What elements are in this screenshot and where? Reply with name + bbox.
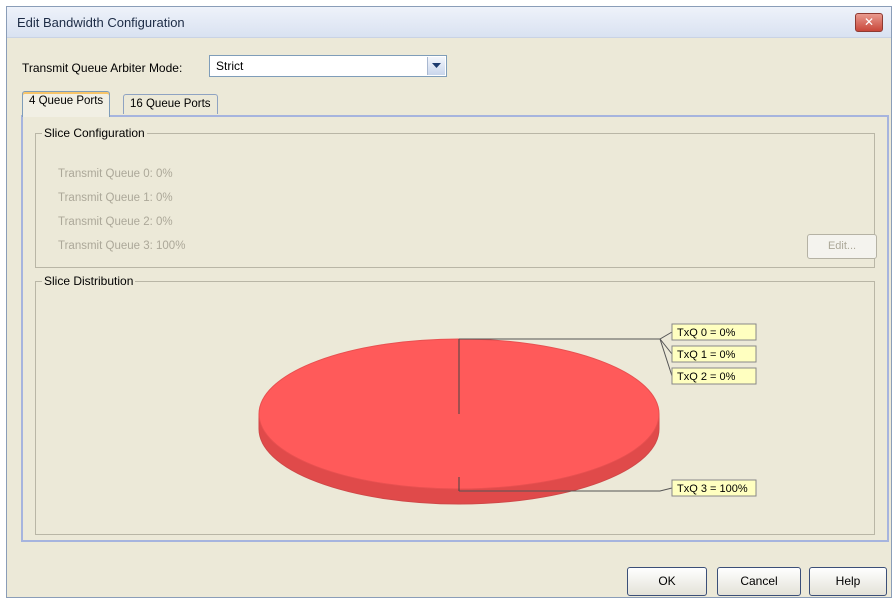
pie-label-2: TxQ 2 = 0% — [677, 371, 736, 383]
queue-2-value: Transmit Queue 2: 0% — [58, 216, 173, 228]
slice-configuration-group: Slice Configuration Transmit Queue 0: 0%… — [35, 126, 877, 268]
dropdown-button[interactable] — [427, 57, 445, 75]
chevron-down-icon — [432, 63, 441, 68]
cancel-button[interactable]: Cancel — [717, 567, 801, 596]
pie-chart: TxQ 0 = 0% TxQ 1 = 0% TxQ 2 = 0% TxQ 3 = 10… — [258, 323, 757, 505]
edit-button[interactable]: Edit... — [807, 234, 877, 259]
pie-label-0: TxQ 0 = 0% — [677, 327, 736, 339]
pie-leader-line-0 — [459, 331, 673, 340]
queue-3-value: Transmit Queue 3: 100% — [58, 240, 186, 252]
tab-4-queue-ports[interactable]: 4 Queue Ports — [22, 91, 111, 117]
arbiter-mode-label: Transmit Queue Arbiter Mode: — [22, 61, 183, 75]
ok-button[interactable]: OK — [627, 567, 707, 596]
slice-configuration-title: Slice Configuration — [42, 126, 147, 140]
pie-label-3: TxQ 3 = 100% — [677, 483, 748, 495]
tab-panel: Slice Configuration Transmit Queue 0: 0%… — [21, 115, 889, 542]
help-button[interactable]: Help — [809, 567, 887, 596]
queue-1-value: Transmit Queue 1: 0% — [58, 192, 173, 204]
tab-16-queue-ports[interactable]: 16 Queue Ports — [123, 94, 218, 114]
slice-distribution-group: Slice Distribution TxQ 0 = 0% TxQ 1 = 0% T… — [35, 274, 875, 535]
dialog-title: Edit Bandwidth Configuration — [17, 15, 185, 30]
arbiter-mode-value: Strict — [216, 59, 244, 73]
close-button[interactable]: ✕ — [855, 13, 883, 32]
edit-bandwidth-dialog: Edit Bandwidth Configuration ✕ Transmit … — [6, 6, 892, 598]
pie-label-1: TxQ 1 = 0% — [677, 349, 736, 361]
queue-0-value: Transmit Queue 0: 0% — [58, 168, 173, 180]
arbiter-mode-select[interactable]: Strict — [209, 55, 447, 77]
title-bar[interactable]: Edit Bandwidth Configuration ✕ — [7, 7, 891, 38]
